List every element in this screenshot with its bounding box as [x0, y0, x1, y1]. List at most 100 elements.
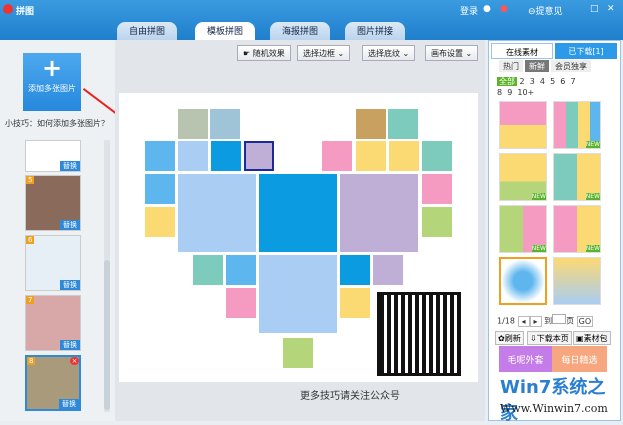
cell[interactable] — [145, 207, 175, 237]
num-8[interactable]: 8 — [497, 88, 502, 97]
banner-coat[interactable]: 毛呢外套 — [499, 346, 552, 372]
next-page-button[interactable]: ▸ — [529, 315, 542, 327]
tab-online-materials[interactable]: 在线素材 — [491, 43, 553, 59]
filter-vip[interactable]: 会员独享 — [551, 60, 591, 72]
download-page-label: 下载本页 — [536, 334, 569, 343]
cell[interactable] — [340, 255, 370, 285]
qq-icon[interactable]: ● — [483, 4, 491, 14]
cell[interactable] — [211, 141, 241, 171]
replace-button[interactable]: 替换 — [60, 340, 80, 350]
template-thumb[interactable]: NEW — [499, 153, 547, 201]
close-button[interactable]: ✕ — [607, 4, 615, 14]
replace-button[interactable]: 替换 — [60, 280, 80, 290]
filter-new[interactable]: 新鲜 — [525, 60, 549, 72]
image-thumb[interactable]: 替换 — [25, 140, 81, 172]
feedback-link[interactable]: ⊖提意见 — [528, 4, 563, 17]
left-scrollbar[interactable] — [104, 140, 110, 412]
num-3[interactable]: 3 — [530, 77, 535, 86]
template-thumb-selected[interactable] — [499, 257, 547, 305]
image-thumb[interactable]: 6 替换 — [25, 235, 81, 291]
collage-canvas[interactable] — [119, 93, 478, 382]
download-page-button[interactable]: ⇩下载本页 — [527, 331, 572, 345]
photo-cell[interactable] — [178, 109, 208, 139]
num-all[interactable]: 全部 — [497, 77, 517, 86]
cell[interactable] — [259, 174, 337, 252]
template-thumb[interactable]: NEW — [553, 205, 601, 253]
random-effect-button[interactable]: ☛ 随机效果 — [237, 45, 291, 61]
num-6[interactable]: 6 — [560, 77, 565, 86]
template-thumb[interactable]: NEW — [499, 205, 547, 253]
num-4[interactable]: 4 — [540, 77, 545, 86]
banner-daily[interactable]: 每日精选 — [552, 346, 607, 372]
template-thumb[interactable] — [553, 257, 601, 305]
template-thumb[interactable] — [499, 101, 547, 149]
page-unit: 页 — [566, 316, 575, 326]
cell[interactable] — [340, 174, 418, 252]
image-thumb[interactable]: 5 替换 — [25, 175, 81, 231]
tip-link[interactable]: 小技巧：如何添加多张图片？ — [5, 118, 109, 129]
tab-downloaded[interactable]: 已下载[1] — [555, 43, 617, 59]
refresh-button[interactable]: ✿刷新 — [495, 331, 524, 345]
cell[interactable] — [389, 141, 419, 171]
image-thumb[interactable]: 7 替换 — [25, 295, 81, 351]
page-input[interactable] — [552, 314, 567, 324]
page-indicator: 1/18 — [497, 316, 515, 326]
add-images-label: 添加多张图片 — [28, 84, 76, 93]
prev-page-button[interactable]: ◂ — [517, 315, 530, 327]
cell[interactable] — [388, 109, 418, 139]
filter-hot[interactable]: 热门 — [499, 60, 523, 72]
canvas-settings-dropdown[interactable]: 画布设置 ⌄ — [425, 45, 479, 61]
cell[interactable] — [259, 255, 337, 333]
replace-button[interactable]: 替换 — [60, 220, 80, 230]
image-thumb-selected[interactable]: 8 × 替换 — [25, 355, 81, 411]
cell[interactable] — [145, 141, 175, 171]
canvas-label: 画布设置 — [431, 49, 463, 58]
title-bar: 拼图 登录 ● ● ⊖提意见 □ ✕ 自由拼图 模板拼图 海报拼图 图片拼接 — [0, 0, 623, 40]
badge: 8 — [27, 357, 36, 365]
tab-image-stitch[interactable]: 图片拼接 — [345, 22, 406, 40]
select-border-dropdown[interactable]: 选择边框 ⌄ — [297, 45, 351, 61]
replace-button[interactable]: 替换 — [59, 399, 79, 409]
tab-template-collage[interactable]: 模板拼图 — [195, 22, 256, 40]
cell[interactable] — [178, 141, 208, 171]
template-thumb[interactable]: NEW — [553, 153, 601, 201]
maximize-button[interactable]: □ — [590, 4, 599, 14]
cell[interactable] — [356, 141, 386, 171]
material-pack-button[interactable]: ▣素材包 — [573, 331, 611, 345]
add-images-button[interactable]: + 添加多张图片 — [23, 53, 81, 111]
cell[interactable] — [373, 255, 403, 285]
cell-selected[interactable] — [244, 141, 274, 171]
tab-free-collage[interactable]: 自由拼图 — [117, 22, 178, 40]
photo-cell[interactable] — [210, 109, 240, 139]
cell[interactable] — [283, 338, 313, 368]
cell[interactable] — [226, 255, 256, 285]
photo-cell[interactable] — [356, 109, 386, 139]
cell[interactable] — [340, 288, 370, 318]
num-5[interactable]: 5 — [550, 77, 555, 86]
select-texture-dropdown[interactable]: 选择底纹 ⌄ — [362, 45, 416, 61]
cell[interactable] — [145, 174, 175, 204]
badge: 6 — [26, 236, 35, 244]
new-badge: NEW — [585, 245, 600, 252]
login-link[interactable]: 登录 — [460, 4, 478, 17]
cell[interactable] — [226, 288, 256, 318]
tab-poster-collage[interactable]: 海报拼图 — [270, 22, 331, 40]
delete-icon[interactable]: × — [70, 357, 79, 365]
cell[interactable] — [422, 174, 452, 204]
cell[interactable] — [193, 255, 223, 285]
plus-icon: + — [41, 54, 63, 82]
num-7[interactable]: 7 — [570, 77, 575, 86]
template-thumb[interactable]: NEW — [553, 101, 601, 149]
num-10plus[interactable]: 10+ — [517, 88, 534, 97]
cell[interactable] — [178, 174, 256, 252]
replace-button[interactable]: 替换 — [60, 161, 80, 171]
cell[interactable] — [322, 141, 352, 171]
texture-label: 选择底纹 — [368, 49, 400, 58]
num-2[interactable]: 2 — [520, 77, 525, 86]
cell[interactable] — [422, 207, 452, 237]
num-9[interactable]: 9 — [507, 88, 512, 97]
cell[interactable] — [422, 141, 452, 171]
app-title: 拼图 — [16, 7, 35, 17]
weibo-icon[interactable]: ● — [500, 4, 508, 14]
go-button[interactable]: GO — [576, 315, 594, 327]
